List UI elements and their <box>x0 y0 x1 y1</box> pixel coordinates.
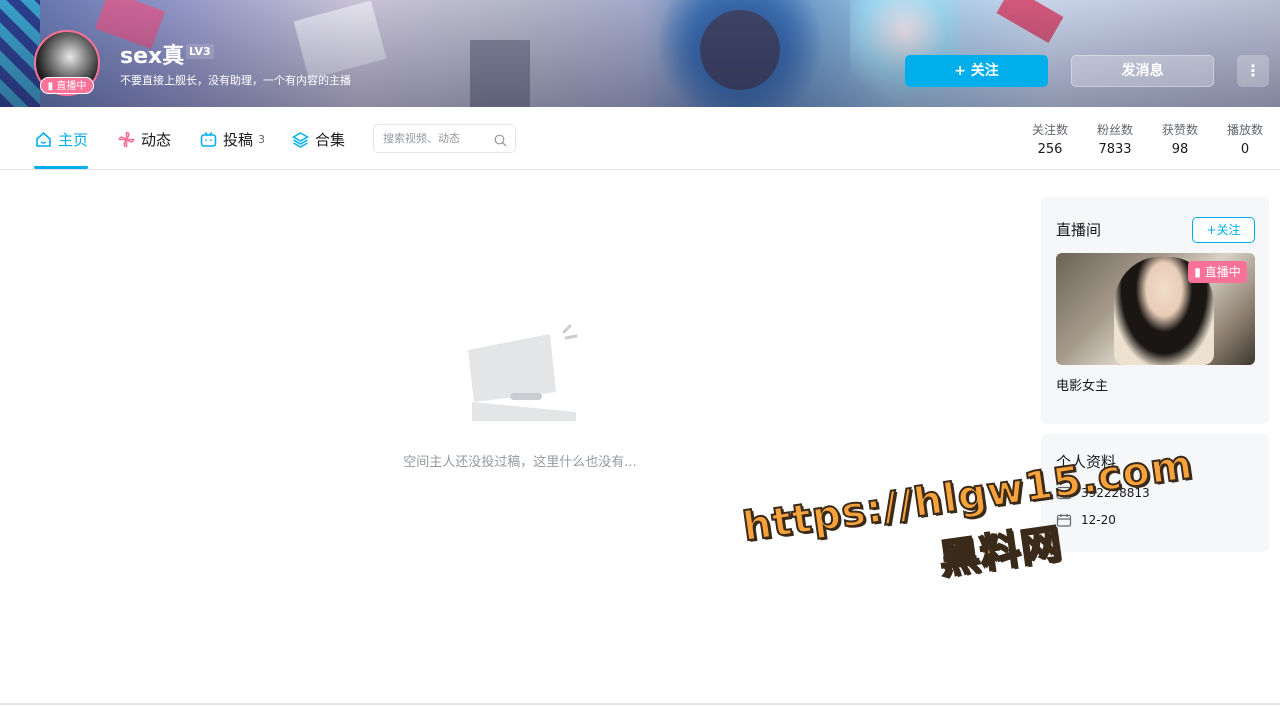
stat-likes: 获赞数 98 <box>1150 121 1210 157</box>
search-input[interactable] <box>383 125 495 152</box>
live-room-title: 直播间 <box>1056 221 1102 239</box>
empty-state-text: 空间主人还没投过稿，这里什么也没有... <box>403 455 637 470</box>
stat-label: 获赞数 <box>1161 123 1198 137</box>
live-bars-icon: ▮ <box>47 81 54 92</box>
tab-collections-label: 合集 <box>315 130 346 149</box>
stat-label: 播放数 <box>1226 123 1263 137</box>
user-signature: 不要直接上舰长，没有助理，一个有内容的主播 <box>120 74 351 87</box>
tab-home-label: 主页 <box>58 130 89 149</box>
stat-label: 粉丝数 <box>1096 123 1133 137</box>
more-options-button[interactable]: ⋮ <box>1237 55 1269 87</box>
level-badge: LV3 <box>186 44 214 59</box>
send-message-button[interactable]: 发消息 <box>1071 55 1214 87</box>
tab-home[interactable]: 主页 <box>34 127 88 151</box>
stat-value: 0 <box>1240 142 1250 157</box>
live-tag-label: 直播中 <box>1204 265 1241 279</box>
stat-value: 7833 <box>1098 142 1132 157</box>
stat-followers[interactable]: 粉丝数 7833 <box>1085 121 1145 157</box>
live-badge-label: 直播中 <box>56 81 87 92</box>
more-vertical-icon: ⋮ <box>1245 61 1261 80</box>
empty-laptop-icon <box>468 324 578 421</box>
follow-button[interactable]: + 关注 <box>905 55 1048 87</box>
live-room-name[interactable]: 电影女主 <box>1056 375 1108 394</box>
layers-icon <box>291 130 309 148</box>
live-room-cover[interactable]: ▮ 直播中 <box>1056 253 1255 365</box>
upload-count: 3 <box>258 132 266 146</box>
stat-label: 关注数 <box>1031 123 1068 137</box>
live-bars-icon: ▮ <box>1194 265 1201 279</box>
live-follow-button[interactable]: +关注 <box>1192 217 1255 243</box>
avatar-container[interactable]: ▮ 直播中 <box>34 30 100 96</box>
watermark-overlay: https://hlgw15.com 黑料网 <box>739 435 1256 653</box>
stat-following[interactable]: 关注数 256 <box>1020 121 1080 157</box>
page-divider <box>0 703 1280 705</box>
home-icon <box>34 130 52 148</box>
search-icon[interactable] <box>494 132 507 147</box>
space-search-box[interactable] <box>373 124 516 153</box>
stat-value: 256 <box>1037 142 1063 157</box>
stat-plays: 播放数 0 <box>1215 121 1275 157</box>
live-room-card: 直播间 +关注 ▮ 直播中 电影女主 <box>1041 197 1269 424</box>
tab-uploads[interactable]: 投稿 3 <box>199 127 265 151</box>
live-tag: ▮ 直播中 <box>1188 261 1247 283</box>
tab-dynamics[interactable]: 动态 <box>117 127 171 151</box>
tab-uploads-label: 投稿 <box>223 130 254 149</box>
username: sex真 <box>120 44 185 69</box>
stat-value: 98 <box>1171 142 1189 157</box>
tv-icon <box>199 130 217 148</box>
pinwheel-icon <box>117 130 135 148</box>
tab-collections[interactable]: 合集 <box>291 127 345 151</box>
tab-dynamics-label: 动态 <box>141 130 172 149</box>
active-tab-indicator <box>34 166 88 169</box>
live-status-badge[interactable]: ▮ 直播中 <box>40 77 94 94</box>
space-nav: 主页 动态 投稿 3 合集 关注数 256 粉丝数 7833 获赞数 98 <box>0 107 1280 170</box>
empty-state-illustration <box>380 320 660 434</box>
